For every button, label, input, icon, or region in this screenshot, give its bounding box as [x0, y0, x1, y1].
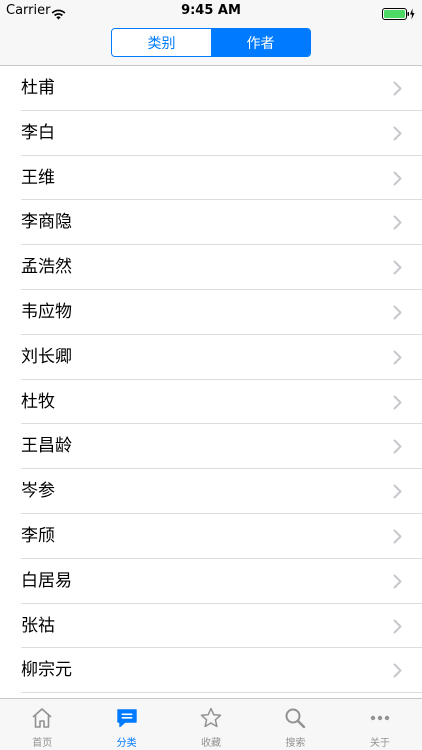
chat-bubble-icon [115, 706, 139, 730]
category-author-segmented-control: 类别 作者 [111, 28, 311, 57]
tab-label: 分类 [116, 738, 137, 749]
chevron-right-icon [393, 305, 402, 324]
author-name: 李颀 [21, 525, 55, 546]
author-name: 韦应物 [21, 301, 72, 322]
chevron-right-icon [393, 529, 402, 548]
author-row[interactable]: 孟浩然 [0, 245, 422, 290]
chevron-right-icon [393, 619, 402, 638]
author-row[interactable]: 韦应物 [0, 290, 422, 335]
author-name: 柳宗元 [21, 660, 72, 681]
author-row[interactable]: 杜甫 [0, 66, 422, 111]
chevron-right-icon [393, 663, 402, 682]
author-name: 岑参 [21, 481, 55, 502]
search-icon [283, 706, 307, 730]
author-row[interactable]: 岑参 [0, 469, 422, 514]
tab-search[interactable]: 搜索 [253, 699, 337, 750]
author-name: 刘长卿 [21, 346, 72, 367]
author-row[interactable]: 李颀 [0, 514, 422, 559]
author-name: 李商隐 [21, 212, 72, 233]
author-row[interactable]: 王昌龄 [0, 424, 422, 470]
author-name: 孟浩然 [21, 257, 72, 278]
chevron-right-icon [393, 171, 402, 190]
chevron-right-icon [393, 81, 402, 100]
tab-label: 首页 [32, 738, 53, 749]
author-name: 杜甫 [21, 78, 55, 98]
chevron-right-icon [393, 260, 402, 279]
author-row[interactable]: 柳宗元 [0, 648, 422, 694]
chevron-right-icon [393, 215, 402, 234]
author-name: 王昌龄 [21, 436, 72, 457]
chevron-right-icon [393, 439, 402, 458]
chevron-right-icon [393, 574, 402, 593]
author-row[interactable]: 刘长卿 [0, 335, 422, 380]
navigation-bar: 类别 作者 [0, 22, 422, 66]
author-name: 白居易 [21, 570, 72, 591]
tab-more[interactable]: 关于 [338, 699, 422, 750]
author-name: 张祜 [21, 615, 55, 636]
tab-home[interactable]: 首页 [0, 699, 84, 750]
author-name: 李白 [21, 122, 55, 143]
tab-label: 收藏 [201, 738, 222, 749]
tab-star[interactable]: 收藏 [169, 699, 253, 750]
status-time: 9:45 AM [181, 3, 241, 18]
chevron-right-icon [393, 126, 402, 145]
tab-label: 关于 [369, 738, 390, 749]
author-row[interactable]: 白居易 [0, 559, 422, 604]
status-bar: Carrier 9:45 AM [0, 0, 422, 22]
home-icon [30, 706, 54, 730]
more-icon [368, 706, 392, 730]
tab-chat-bubble[interactable]: 分类 [84, 699, 168, 750]
author-row[interactable]: 李商隐 [0, 200, 422, 246]
chevron-right-icon [393, 395, 402, 414]
segment-category[interactable]: 类别 [112, 29, 211, 56]
star-icon [199, 706, 223, 730]
author-row[interactable]: 王维 [0, 156, 422, 201]
tab-label: 搜索 [285, 738, 306, 749]
author-row[interactable]: 李白 [0, 111, 422, 156]
segment-author[interactable]: 作者 [211, 29, 310, 56]
chevron-right-icon [393, 350, 402, 369]
tab-bar: 首页 分类 收藏 搜索 关于 [0, 698, 422, 750]
author-row[interactable]: 张祜 [0, 604, 422, 649]
chevron-right-icon [393, 484, 402, 503]
author-row[interactable]: 杜牧 [0, 380, 422, 425]
author-list: 杜甫李白王维李商隐孟浩然韦应物刘长卿杜牧王昌龄岑参李颀白居易张祜柳宗元 [0, 66, 422, 698]
author-name: 杜牧 [21, 391, 55, 412]
author-name: 王维 [21, 167, 55, 188]
